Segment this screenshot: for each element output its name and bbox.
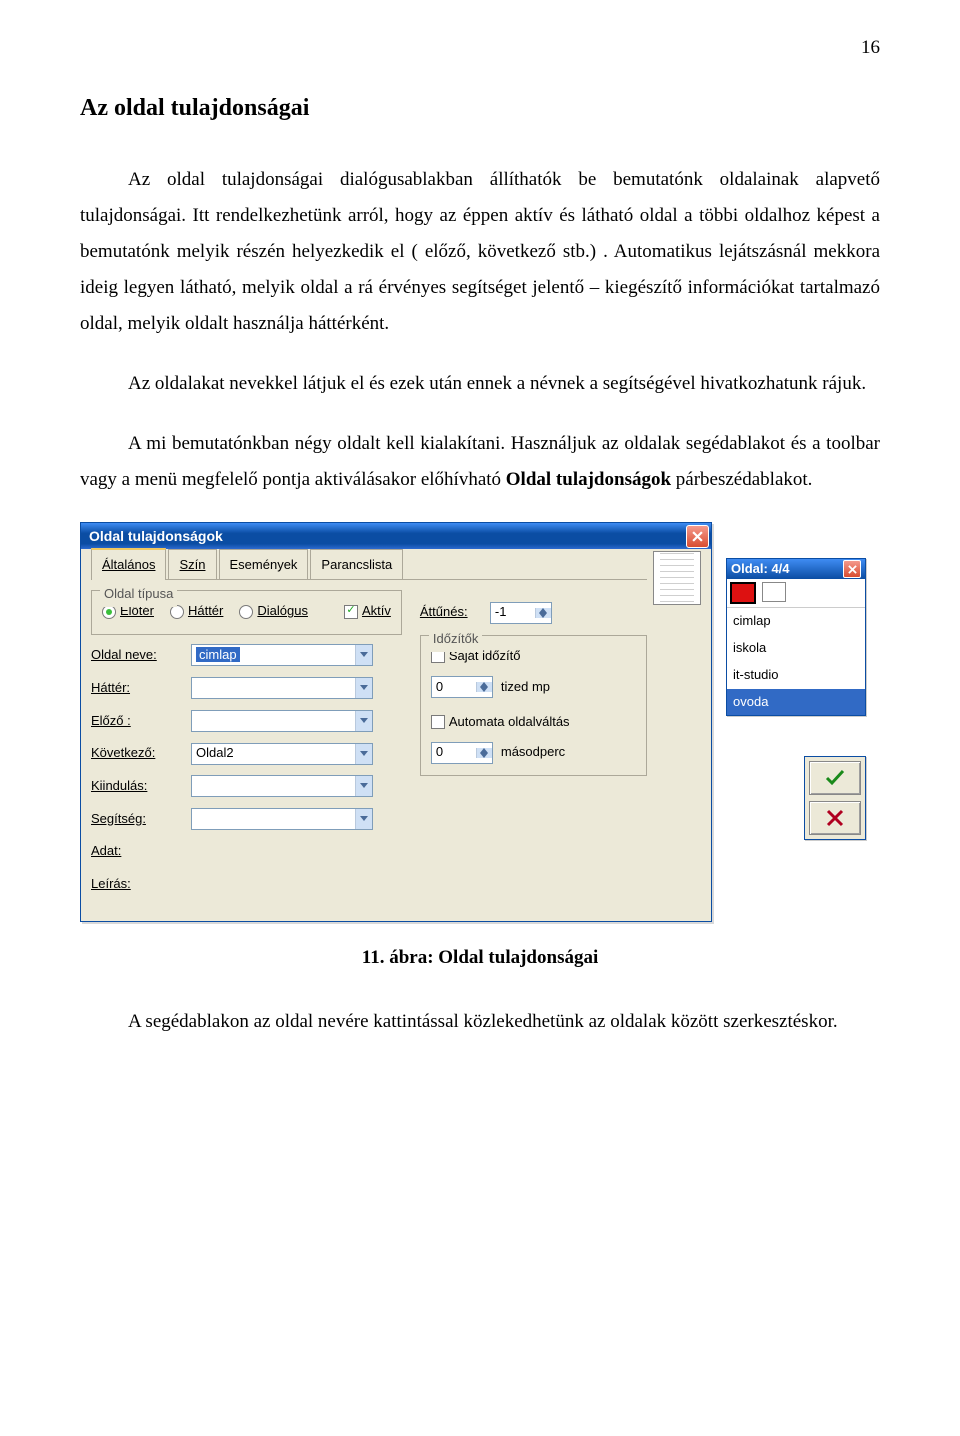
tab-strip: Általános Szín Események Parancslista <box>91 555 647 580</box>
combo-page-name[interactable]: cimlap <box>191 644 373 666</box>
combo-start[interactable] <box>191 775 373 797</box>
radio-dialog[interactable]: Dialógus <box>239 599 308 624</box>
group-timers: Időzítők Saját időzítő 0 tized mp Automa… <box>420 635 647 776</box>
palette-item[interactable]: iskola <box>727 635 865 662</box>
radio-background[interactable]: Háttér <box>170 599 223 624</box>
label-data: Adat: <box>91 839 191 864</box>
chevron-down-icon[interactable] <box>355 776 372 796</box>
figure-caption: 11. ábra: Oldal tulajdonságai <box>80 940 880 976</box>
paragraph-2: Az oldalakat nevekkel látjuk el és ezek … <box>80 366 880 402</box>
label-fade: Áttűnés: <box>420 600 490 625</box>
label-help: Segítség: <box>91 807 191 832</box>
label-start: Kiindulás: <box>91 774 191 799</box>
group-page-type-legend: Oldal típusa <box>100 582 177 607</box>
spin-down-icon[interactable] <box>535 613 551 618</box>
spin-down-icon[interactable] <box>476 753 492 758</box>
tab-events[interactable]: Események <box>219 549 309 580</box>
chevron-down-icon[interactable] <box>355 711 372 731</box>
figure-wrapper: Oldal tulajdonságok Általános Szín Esemé… <box>80 522 880 921</box>
heading: Az oldal tulajdonságai <box>80 86 880 132</box>
tab-general[interactable]: Általános <box>91 548 166 581</box>
palette-swatch-row <box>727 579 865 608</box>
document-icon <box>653 551 701 605</box>
page-number: 16 <box>80 30 880 66</box>
tab-cmdlist[interactable]: Parancslista <box>310 549 403 580</box>
palette-titlebar[interactable]: Oldal: 4/4 <box>727 559 865 579</box>
palette-item[interactable]: cimlap <box>727 608 865 635</box>
paragraph-3-bold: Oldal tulajdonságok <box>506 469 671 490</box>
chevron-down-icon[interactable] <box>355 645 372 665</box>
close-icon[interactable] <box>686 525 709 548</box>
label-next: Következő: <box>91 741 191 766</box>
chevron-down-icon[interactable] <box>355 809 372 829</box>
combo-next[interactable]: Oldal2 <box>191 743 373 765</box>
palette-item-selected[interactable]: ovoda <box>727 689 865 716</box>
combo-background[interactable] <box>191 677 373 699</box>
swatch-red[interactable] <box>730 582 756 604</box>
group-timers-legend: Időzítők <box>429 627 483 652</box>
page-properties-dialog: Oldal tulajdonságok Általános Szín Esemé… <box>80 522 712 921</box>
chevron-down-icon[interactable] <box>355 744 372 764</box>
ok-cancel-palette <box>804 756 866 840</box>
spin-tenth[interactable]: 0 <box>431 676 493 698</box>
dialog-title: Oldal tulajdonságok <box>89 523 223 550</box>
footer-paragraph: A segédablakon az oldal nevére kattintás… <box>80 1004 880 1040</box>
cancel-button[interactable] <box>809 801 861 835</box>
palette-item[interactable]: it-studio <box>727 662 865 689</box>
checkbox-auto-page[interactable]: Automata oldalváltás <box>431 710 636 735</box>
spin-fade[interactable]: -1 <box>490 602 552 624</box>
spin-down-icon[interactable] <box>476 687 492 692</box>
combo-help[interactable] <box>191 808 373 830</box>
label-previous: Előző : <box>91 709 191 734</box>
label-tenth-sec: tized mp <box>501 675 550 700</box>
label-background: Háttér: <box>91 676 191 701</box>
checkbox-active[interactable]: Aktív <box>344 599 391 624</box>
tab-color[interactable]: Szín <box>168 549 216 580</box>
dialog-titlebar[interactable]: Oldal tulajdonságok <box>81 523 711 549</box>
swatch-white[interactable] <box>762 582 786 602</box>
paragraph-1: Az oldal tulajdonságai dialógusablakban … <box>80 162 880 342</box>
combo-previous[interactable] <box>191 710 373 732</box>
close-icon[interactable] <box>843 560 861 578</box>
paragraph-3b: párbeszédablakot. <box>671 469 812 490</box>
palette-page-list: cimlap iskola it-studio ovoda <box>727 608 865 715</box>
label-description: Leírás: <box>91 872 191 897</box>
palette-title: Oldal: 4/4 <box>731 557 790 582</box>
page-palette: Oldal: 4/4 cimlap iskola it-studio ovoda <box>726 558 866 716</box>
label-seconds: másodperc <box>501 740 565 765</box>
group-page-type: Oldal típusa Előtér Háttér Dialógus Aktí… <box>91 590 402 635</box>
chevron-down-icon[interactable] <box>355 678 372 698</box>
ok-button[interactable] <box>809 761 861 795</box>
spin-seconds[interactable]: 0 <box>431 742 493 764</box>
paragraph-3: A mi bemutatónkban négy oldalt kell kial… <box>80 426 880 498</box>
label-page-name: Oldal neve: <box>91 643 191 668</box>
